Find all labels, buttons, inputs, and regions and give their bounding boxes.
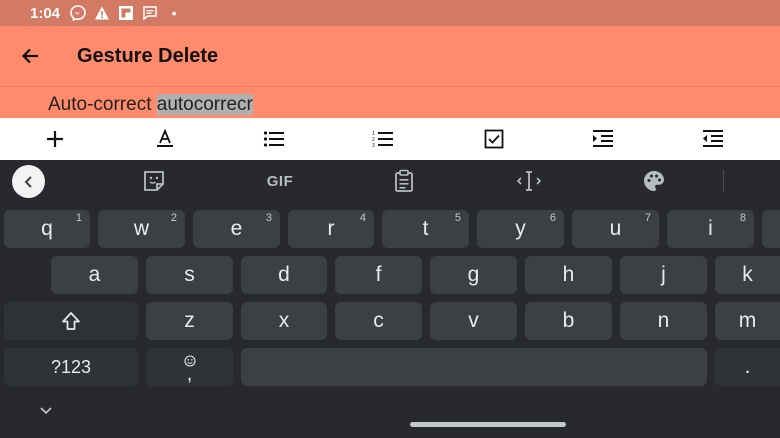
sticker-button[interactable]	[140, 167, 168, 195]
shift-icon	[62, 312, 80, 330]
outdent-icon	[703, 130, 723, 147]
key-t[interactable]: t5	[382, 210, 469, 248]
indent-button[interactable]	[590, 126, 616, 152]
numbered-list-button[interactable]: 123	[370, 126, 396, 152]
editor-text[interactable]: Auto-correct autocorrecr	[48, 94, 253, 116]
indent-icon	[593, 130, 613, 147]
svg-text:3: 3	[372, 143, 375, 149]
key-m[interactable]: m	[715, 302, 780, 340]
key-h[interactable]: h	[525, 256, 612, 294]
editor-selected-text[interactable]: autocorrecr	[156, 94, 253, 115]
key-q[interactable]: q1	[4, 210, 90, 248]
page-title: Gesture Delete	[77, 44, 219, 67]
outdent-button[interactable]	[700, 126, 726, 152]
back-button[interactable]	[0, 26, 60, 86]
key-n[interactable]: n	[620, 302, 707, 340]
add-button[interactable]	[42, 126, 68, 152]
key-y[interactable]: y6	[477, 210, 564, 248]
sticker-icon	[144, 171, 164, 191]
key-s[interactable]: s	[146, 256, 233, 294]
editor-area[interactable]: Auto-correct autocorrecr	[0, 86, 780, 118]
app-bar: Gesture Delete	[0, 26, 780, 86]
keyboard: GIF q1 w2 e3 r4 t5 y6 u7 i8 a s d f g h …	[0, 160, 780, 438]
collapse-toolbar-button[interactable]	[12, 165, 45, 198]
add-icon	[47, 131, 63, 147]
gif-label: GIF	[266, 172, 294, 190]
arrow-back-icon	[21, 48, 38, 64]
key-j[interactable]: j	[620, 256, 707, 294]
messenger-icon	[70, 5, 86, 21]
toolbar-divider	[723, 170, 724, 192]
clipboard-button[interactable]	[390, 167, 418, 195]
numbered-list-icon: 123	[372, 131, 393, 149]
key-r[interactable]: r4	[288, 210, 374, 248]
palette-icon	[644, 171, 664, 191]
key-a[interactable]: a	[51, 256, 138, 294]
bullet-list-icon	[263, 131, 284, 147]
key-x[interactable]: x	[241, 302, 327, 340]
chevron-down-icon	[40, 407, 52, 415]
text-cursor-icon	[516, 171, 542, 191]
key-d[interactable]: d	[241, 256, 327, 294]
emoji-comma-key[interactable]: ,	[146, 348, 233, 386]
dot-icon: •	[171, 5, 177, 21]
text-color-button[interactable]	[152, 126, 178, 152]
key-v[interactable]: v	[430, 302, 517, 340]
key-u[interactable]: u7	[572, 210, 659, 248]
bullet-list-button[interactable]	[261, 126, 287, 152]
gesture-nav-handle[interactable]	[410, 422, 566, 427]
hide-keyboard-button[interactable]	[38, 403, 54, 419]
status-bar: 1:04 •	[0, 0, 780, 26]
key-i[interactable]: i8	[667, 210, 754, 248]
format-toolbar: 123	[0, 118, 780, 160]
key-e[interactable]: e3	[193, 210, 280, 248]
checkbox-icon	[484, 129, 504, 149]
key-f[interactable]: f	[335, 256, 422, 294]
key-k[interactable]: k	[715, 256, 780, 294]
palette-button[interactable]	[640, 167, 668, 195]
key-b[interactable]: b	[525, 302, 612, 340]
text-cursor-button[interactable]	[515, 167, 543, 195]
collapse-icon	[24, 175, 32, 188]
clipboard-icon	[395, 169, 413, 192]
period-key[interactable]: .	[715, 348, 780, 386]
key-w[interactable]: w2	[98, 210, 185, 248]
space-key[interactable]	[241, 348, 707, 386]
status-time: 1:04	[30, 4, 61, 22]
text-color-icon	[157, 129, 173, 147]
key-c[interactable]: c	[335, 302, 422, 340]
key-o-partial[interactable]	[762, 210, 780, 248]
symbols-key[interactable]: ?123	[4, 348, 138, 386]
key-z[interactable]: z	[146, 302, 233, 340]
editor-text-plain: Auto-correct	[48, 94, 157, 115]
flipboard-icon	[118, 5, 134, 21]
keyboard-toolbar: GIF	[0, 160, 780, 202]
checkbox-button[interactable]	[481, 126, 507, 152]
key-g[interactable]: g	[430, 256, 517, 294]
chat-icon	[142, 5, 158, 21]
gif-button[interactable]: GIF	[263, 167, 297, 195]
shift-key[interactable]	[4, 302, 138, 340]
warning-icon	[94, 5, 110, 21]
